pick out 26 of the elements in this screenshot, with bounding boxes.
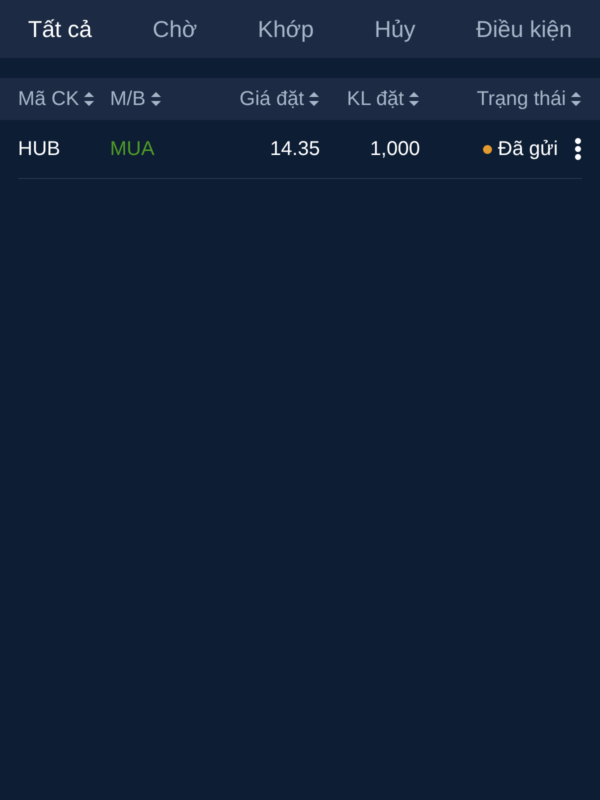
table-cell-text: 14.35 bbox=[268, 138, 320, 160]
tab[interactable]: Chờ bbox=[152, 16, 198, 42]
tab[interactable]: Hủy bbox=[374, 16, 416, 42]
more-icon[interactable] bbox=[574, 137, 582, 161]
column-label: KL đặt bbox=[346, 88, 404, 110]
column-label: M/B bbox=[110, 88, 146, 110]
sort-icon bbox=[83, 90, 96, 108]
column-label: Trạng thái bbox=[476, 88, 566, 110]
sort-icon bbox=[408, 90, 420, 108]
table-cell-text: MUA bbox=[110, 138, 156, 160]
tab[interactable]: Tất cả bbox=[28, 16, 92, 42]
tab[interactable]: Điều kiện bbox=[476, 16, 572, 42]
column-header[interactable]: Mã CK bbox=[18, 88, 110, 110]
column-header[interactable]: KL đặt bbox=[320, 88, 420, 110]
tab[interactable]: Khớp bbox=[258, 16, 314, 42]
sort-icon bbox=[570, 90, 582, 108]
column-label: Mã CK bbox=[18, 88, 80, 110]
column-header[interactable]: Giá đặt bbox=[210, 88, 320, 110]
sort-icon bbox=[150, 90, 162, 108]
sort-icon bbox=[308, 90, 320, 108]
table-cell-text: HUB bbox=[18, 138, 62, 160]
column-header[interactable]: Trạng thái bbox=[420, 88, 582, 110]
table-cell-text: 1,000 bbox=[368, 138, 420, 160]
column-header[interactable]: M/B bbox=[110, 88, 210, 110]
table-cell: Đã gửi bbox=[498, 138, 558, 160]
column-label: Giá đặt bbox=[240, 88, 304, 110]
